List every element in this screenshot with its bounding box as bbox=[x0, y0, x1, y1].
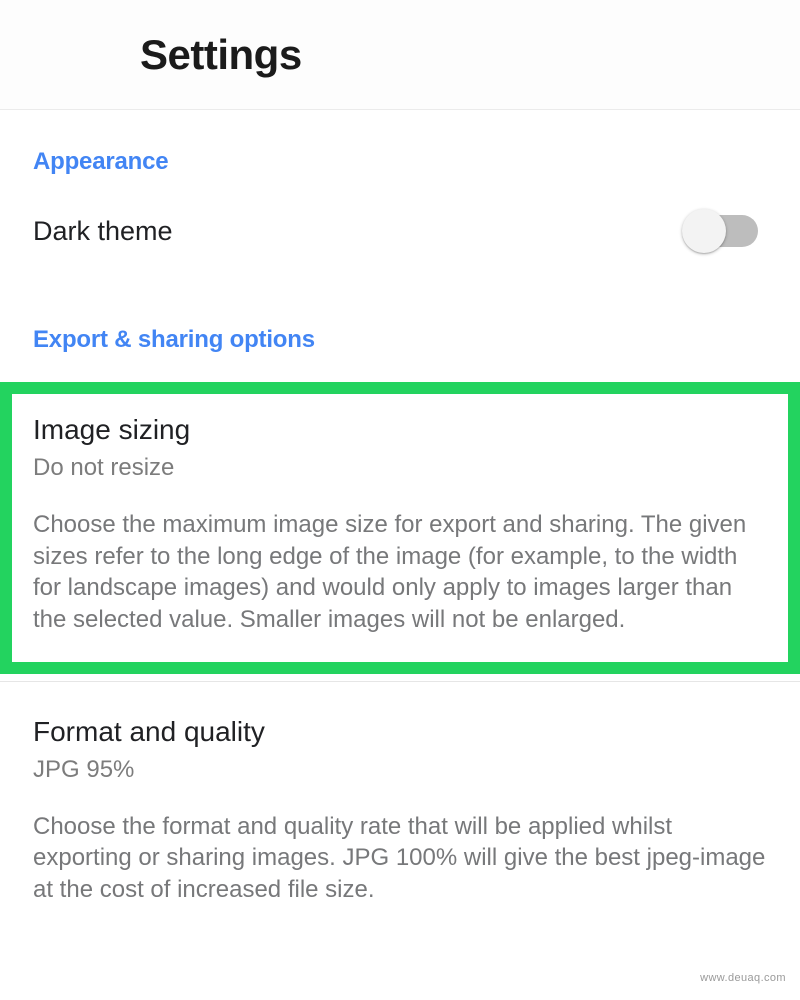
setting-row-format-quality[interactable]: Format and quality JPG 95% Choose the fo… bbox=[0, 682, 800, 936]
site-watermark: www.deuaq.com bbox=[700, 972, 786, 984]
section-export-sharing: Export & sharing options Image sizing Do… bbox=[0, 288, 800, 936]
image-sizing-description: Choose the maximum image size for export… bbox=[33, 510, 747, 633]
section-header-appearance: Appearance bbox=[33, 148, 169, 175]
section-appearance: Appearance Dark theme bbox=[0, 110, 800, 258]
app-bar: Settings bbox=[0, 0, 800, 110]
setting-row-dark-theme[interactable]: Dark theme bbox=[0, 176, 800, 258]
settings-content: Appearance Dark theme Export & sharing o… bbox=[0, 110, 800, 936]
section-header-export-sharing: Export & sharing options bbox=[33, 326, 315, 353]
image-sizing-title: Image sizing bbox=[33, 414, 191, 445]
setting-row-image-sizing[interactable]: Image sizing Do not resize Choose the ma… bbox=[0, 382, 800, 674]
format-quality-title: Format and quality bbox=[33, 715, 265, 747]
dark-theme-label: Dark theme bbox=[33, 215, 173, 246]
page-title: Settings bbox=[140, 30, 302, 78]
dark-theme-toggle[interactable] bbox=[682, 209, 758, 253]
format-quality-description: Choose the format and quality rate that … bbox=[33, 812, 766, 903]
image-sizing-value: Do not resize bbox=[33, 454, 175, 482]
format-quality-value: JPG 95% bbox=[33, 755, 135, 783]
toggle-thumb-icon bbox=[682, 209, 726, 253]
